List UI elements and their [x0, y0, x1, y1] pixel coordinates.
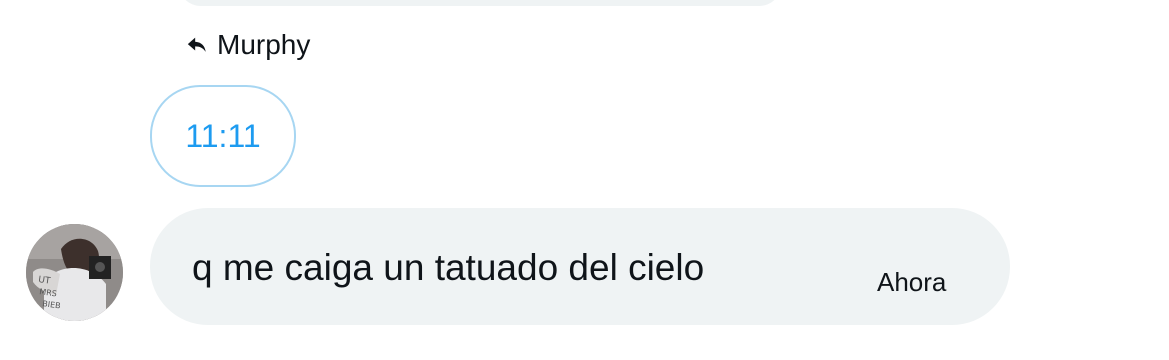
message-timestamp: Ahora [877, 267, 947, 297]
avatar-photo: UT MRS BIEB [26, 224, 123, 321]
reply-arrow-icon [186, 34, 208, 56]
svg-text:UT: UT [38, 275, 52, 287]
message-text: q me caiga un tatuado del cielo [192, 247, 705, 288]
dm-conversation: Murphy 11:11 UT MRS BIEB q me caiga un t… [0, 0, 1169, 360]
previous-message-bubble[interactable] [178, 0, 782, 6]
reply-target-name: Murphy [217, 29, 311, 60]
message-bubble[interactable]: q me caiga un tatuado del cielo Ahora [150, 208, 1010, 325]
quoted-message-text: 11:11 [185, 117, 261, 154]
reply-indicator[interactable]: Murphy [186, 26, 310, 64]
avatar[interactable]: UT MRS BIEB [26, 224, 123, 321]
quoted-message[interactable]: 11:11 [150, 85, 296, 187]
